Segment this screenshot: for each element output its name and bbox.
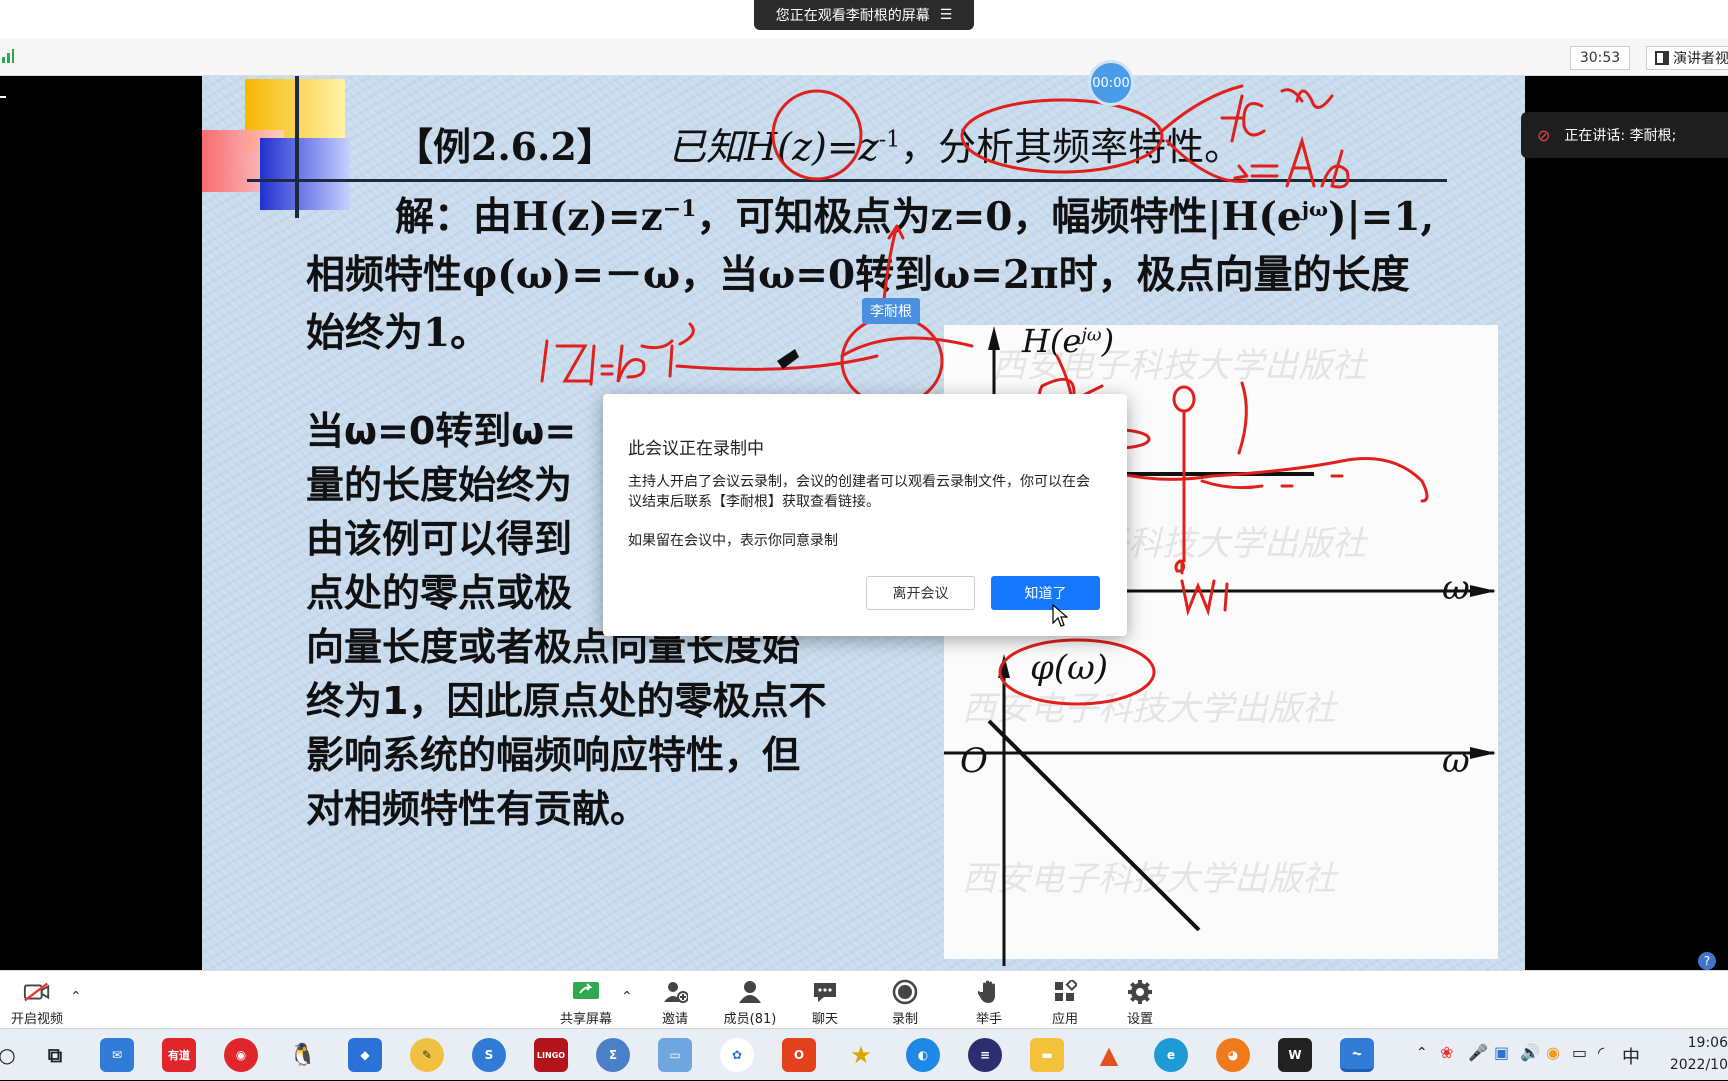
dialog-note: 如果留在会议中，表示你同意录制 <box>628 533 838 549</box>
acknowledge-button[interactable]: 知道了 <box>991 576 1100 610</box>
mouse-cursor-icon <box>1052 604 1068 627</box>
video-toggle[interactable]: 开启视频 <box>8 977 66 1027</box>
muted-mic-icon: ⊘ <box>1537 125 1551 145</box>
gear-icon <box>1126 979 1154 1005</box>
members-button[interactable]: 成员(81) <box>720 977 780 1027</box>
clock-time: 19:06 <box>1687 1035 1728 1051</box>
folder-icon[interactable]: ▬ <box>1030 1038 1064 1072</box>
star-app-icon[interactable]: ★ <box>844 1038 878 1072</box>
members-icon <box>736 979 764 1005</box>
mail-icon[interactable]: ✉ <box>100 1038 134 1072</box>
edge-icon[interactable]: e <box>1154 1038 1188 1072</box>
netease-music-icon[interactable]: ◉ <box>224 1038 258 1072</box>
invite-label: 邀请 <box>661 1012 688 1027</box>
search-icon[interactable]: ○ <box>0 1038 24 1072</box>
signal-icon <box>2 49 14 63</box>
dialog-title: 此会议正在录制中 <box>628 439 764 459</box>
menu-icon[interactable]: ☰ <box>940 7 953 23</box>
settings-button[interactable]: 设置 <box>1123 977 1157 1027</box>
add-user-icon <box>661 979 689 1005</box>
apps-icon <box>1051 979 1079 1005</box>
laptop-icon[interactable]: ▭ <box>658 1038 692 1072</box>
active-speaker-text: 正在讲话: 李耐根; <box>1564 128 1677 144</box>
eclipse-icon[interactable]: ≡ <box>968 1038 1002 1072</box>
settings-label: 设置 <box>1126 1012 1153 1027</box>
chevron-up-icon[interactable]: ⌃ <box>621 989 633 1005</box>
help-icon[interactable]: ? <box>1698 952 1716 970</box>
share-banner[interactable]: 您正在观看李耐根的屏幕 ☰ <box>754 0 974 30</box>
share-screen-icon <box>572 979 600 1005</box>
leave-meeting-button[interactable]: 离开会议 <box>866 576 975 610</box>
presenter-view-label: 演讲者视 <box>1673 51 1728 67</box>
system-tray: ⌃ ❀ 🎤 ▣ 🔊 ◉ ▭ ◜ 中 19:06 2022/10 <box>1408 1029 1728 1081</box>
os-taskbar: ○ ⧉ ✉ 有道 ◉ 🐧 ◆ ✎ S LINGO Σ ▭ ✿ O ★ ◐ ≡ ▬… <box>0 1028 1728 1080</box>
tray-window-icon[interactable]: ▣ <box>1494 1043 1509 1062</box>
tray-orange-icon[interactable]: ◉ <box>1546 1043 1560 1062</box>
meeting-toolbar: 开启视频 ⌃ 共享屏幕 ⌃ 邀请 成员(81) 聊天 录制 举手 应用 设置 <box>0 970 1728 1028</box>
matlab-icon[interactable]: ▲ <box>1092 1038 1126 1072</box>
tray-chevron-icon[interactable]: ⌃ <box>1416 1045 1428 1061</box>
task-view-icon[interactable]: ⧉ <box>38 1038 72 1072</box>
record-button[interactable]: 录制 <box>888 977 922 1027</box>
video-toggle-label: 开启视频 <box>10 1012 63 1027</box>
record-label: 录制 <box>891 1012 918 1027</box>
presenter-view-button[interactable]: 演讲者视 <box>1646 46 1728 70</box>
s-app-icon[interactable]: S <box>472 1038 506 1072</box>
record-icon <box>891 979 919 1005</box>
raise-hand-button[interactable]: 举手 <box>972 977 1006 1027</box>
lingo-icon[interactable]: LINGO <box>534 1038 568 1072</box>
camera-off-icon <box>23 979 51 1005</box>
cluster-app-icon[interactable]: ✿ <box>720 1038 754 1072</box>
share-screen-label: 共享屏幕 <box>559 1012 612 1027</box>
chat-button[interactable]: 聊天 <box>808 977 842 1027</box>
side-glyph <box>0 96 6 106</box>
recording-notice-dialog: 此会议正在录制中 主持人开启了会议云录制，会议的创建者可以观看云录制文件，你可以… <box>603 394 1127 636</box>
dialog-body: 主持人开启了会议云录制，会议的创建者可以观看云录制文件，你可以在会议结束后联系【… <box>628 474 1090 510</box>
office-icon[interactable]: O <box>782 1038 816 1072</box>
ime-indicator[interactable]: 中 <box>1622 1043 1640 1069</box>
qq-icon[interactable]: 🐧 <box>286 1038 320 1072</box>
apps-button[interactable]: 应用 <box>1048 977 1082 1027</box>
layout-icon <box>1655 51 1669 65</box>
meeting-timer: 30:53 <box>1570 46 1630 70</box>
clock-date: 2022/10 <box>1669 1057 1728 1073</box>
chat-label: 聊天 <box>811 1012 838 1027</box>
microphone-icon[interactable]: 🎤 <box>1468 1043 1488 1062</box>
raise-hand-label: 举手 <box>975 1012 1002 1027</box>
tencent-meeting-icon[interactable]: ⏦ <box>1340 1038 1374 1072</box>
volume-icon[interactable]: 🔊 <box>1520 1043 1540 1062</box>
tray-app-icon[interactable]: ❀ <box>1440 1043 1453 1062</box>
compass-app-icon[interactable]: ✎ <box>410 1038 444 1072</box>
recording-timer[interactable]: 00:00 <box>1088 60 1134 106</box>
apps-label: 应用 <box>1051 1012 1078 1027</box>
meeting-top-toolbar <box>0 38 1728 76</box>
battery-icon[interactable]: ▭ <box>1572 1043 1587 1062</box>
invite-button[interactable]: 邀请 <box>655 977 695 1027</box>
chat-icon <box>811 979 839 1005</box>
wps-icon[interactable]: W <box>1278 1038 1312 1072</box>
math-app-icon[interactable]: Σ <box>596 1038 630 1072</box>
active-speaker-panel: ⊘ 正在讲话: 李耐根; <box>1521 112 1728 158</box>
share-banner-text: 您正在观看李耐根的屏幕 <box>775 8 930 24</box>
chevron-up-icon[interactable]: ⌃ <box>70 989 82 1005</box>
cube-app-icon[interactable]: ◆ <box>348 1038 382 1072</box>
members-label: 成员(81) <box>723 1012 777 1027</box>
annotator-tag: 李耐根 <box>862 298 920 324</box>
firefox-icon[interactable]: ◕ <box>1216 1038 1250 1072</box>
hand-icon <box>975 979 1003 1005</box>
share-screen-button[interactable]: 共享屏幕 <box>558 977 614 1027</box>
chat-bubble-app-icon[interactable]: ◐ <box>906 1038 940 1072</box>
wifi-icon[interactable]: ◜ <box>1598 1043 1604 1062</box>
youdao-icon[interactable]: 有道 <box>162 1038 196 1072</box>
